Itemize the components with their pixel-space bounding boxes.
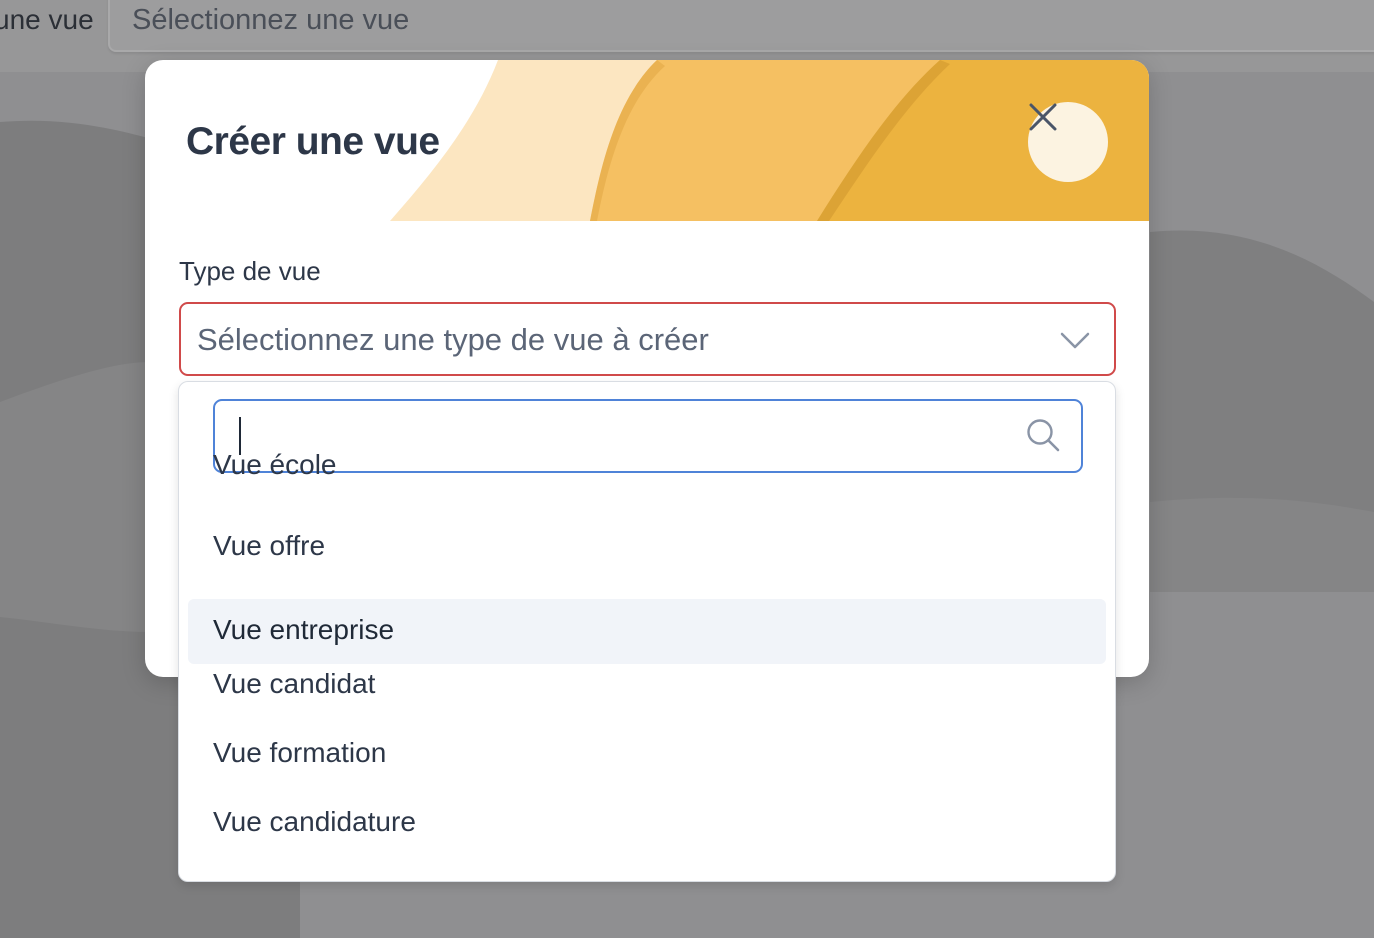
view-type-select-placeholder: Sélectionnez une type de vue à créer [197,322,709,357]
option-label: Vue offre [213,530,326,561]
modal-title: Créer une vue [186,120,440,163]
background-select-placeholder: Sélectionnez une vue [132,4,410,36]
option-label: Vue formation [213,737,387,768]
option-label: Vue candidat [213,668,376,699]
search-icon [1027,419,1060,452]
modal-header: Créer une vue [145,60,1149,221]
option-vue-formation[interactable]: Vue formation [188,715,1106,780]
background-view-select[interactable]: Sélectionnez une vue [108,0,1374,52]
option-vue-ecole[interactable]: Vue école [188,449,1106,501]
option-label: Vue candidature [213,806,416,837]
close-icon [1029,103,1057,131]
view-type-label: Type de vue [179,256,321,286]
option-vue-candidat[interactable]: Vue candidat [188,646,1106,711]
option-label: Vue entreprise [213,614,395,645]
background-field-label: une vue [0,4,94,35]
view-type-select[interactable]: Sélectionnez une type de vue à créer [179,302,1116,376]
close-button[interactable] [1028,102,1108,182]
option-vue-candidature[interactable]: Vue candidature [188,784,1106,849]
view-type-dropdown: Vue école Vue offre Vue entreprise Vue c… [178,381,1116,882]
option-vue-offre[interactable]: Vue offre [188,508,1106,573]
option-label: Vue école [213,449,337,480]
chevron-down-icon [1060,332,1090,349]
